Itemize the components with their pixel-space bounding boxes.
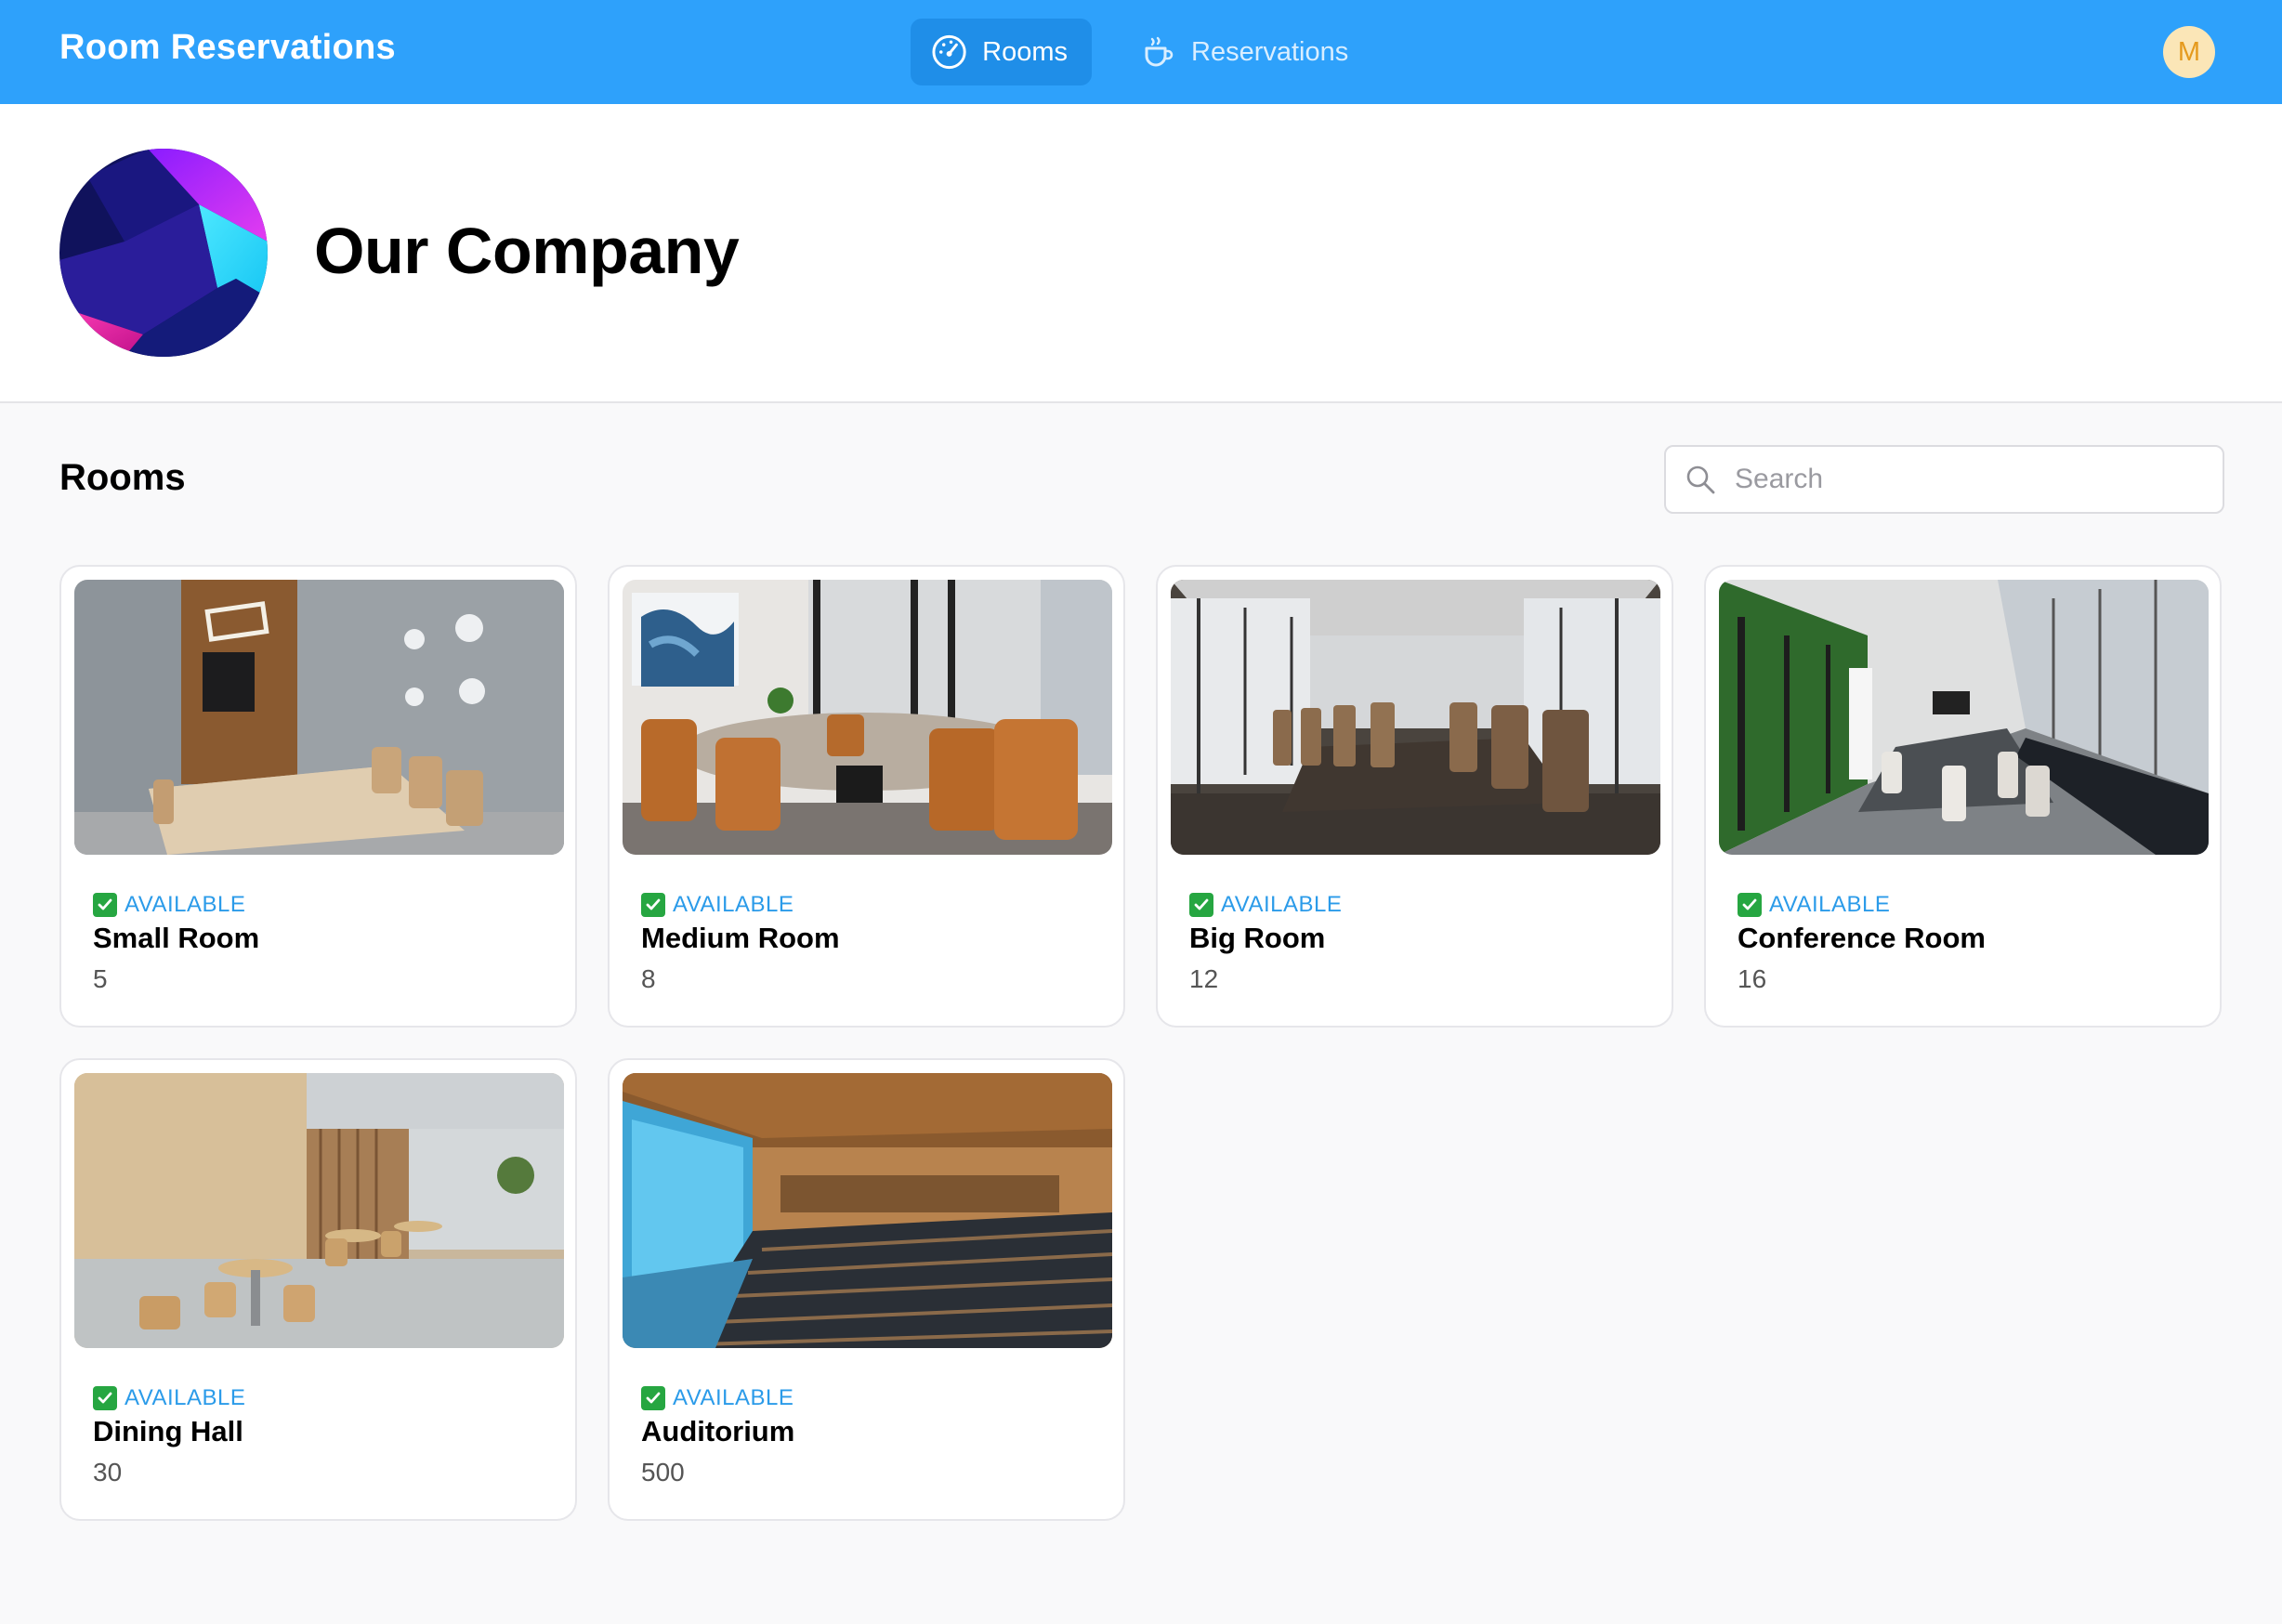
- search-input[interactable]: [1733, 463, 2201, 496]
- tab-rooms-label: Rooms: [982, 36, 1068, 67]
- status-badge: AVAILABLE: [93, 892, 245, 918]
- room-capacity: 8: [641, 964, 656, 993]
- check-icon: [1189, 893, 1213, 917]
- conference-room-photo: [1719, 580, 2209, 855]
- room-capacity: 500: [641, 1458, 685, 1486]
- room-name: Small Room: [93, 922, 260, 954]
- room-card-conference-room[interactable]: AVAILABLE Conference Room 16: [1704, 565, 2222, 1028]
- room-name: Dining Hall: [93, 1415, 243, 1447]
- search-box[interactable]: [1664, 445, 2224, 514]
- room-capacity: 30: [93, 1458, 123, 1486]
- check-icon: [93, 893, 117, 917]
- search-icon: [1686, 465, 1715, 494]
- status-label: AVAILABLE: [673, 892, 794, 917]
- tab-rooms[interactable]: Rooms: [911, 19, 1092, 85]
- room-card-small-room[interactable]: AVAILABLE Small Room 5: [59, 565, 577, 1028]
- coffee-cup-icon: [1145, 36, 1174, 67]
- auditorium-photo: [623, 1073, 1112, 1348]
- tab-reservations[interactable]: Reservations: [1119, 19, 1379, 85]
- tab-reservations-label: Reservations: [1191, 36, 1349, 67]
- check-icon: [1738, 893, 1762, 917]
- status-badge: AVAILABLE: [641, 892, 793, 918]
- status-label: AVAILABLE: [1221, 892, 1343, 917]
- room-name: Auditorium: [641, 1415, 795, 1447]
- status-label: AVAILABLE: [673, 1385, 794, 1410]
- check-icon: [641, 893, 665, 917]
- rooms-section-title: Rooms: [59, 457, 186, 498]
- room-capacity: 16: [1738, 964, 1767, 993]
- status-badge: AVAILABLE: [1189, 892, 1342, 918]
- app-title[interactable]: Room Reservations: [59, 28, 396, 68]
- status-badge: AVAILABLE: [93, 1385, 245, 1411]
- dining-hall-photo: [74, 1073, 564, 1348]
- room-card-dining-hall[interactable]: AVAILABLE Dining Hall 30: [59, 1058, 577, 1521]
- status-badge: AVAILABLE: [641, 1385, 793, 1411]
- company-logo: [59, 149, 268, 357]
- check-icon: [641, 1386, 665, 1410]
- status-label: AVAILABLE: [1769, 892, 1891, 917]
- room-name: Conference Room: [1738, 922, 1986, 954]
- room-card-big-room[interactable]: AVAILABLE Big Room 12: [1156, 565, 1673, 1028]
- big-room-photo: [1171, 580, 1660, 855]
- room-card-medium-room[interactable]: AVAILABLE Medium Room 8: [608, 565, 1125, 1028]
- room-card-auditorium[interactable]: AVAILABLE Auditorium 500: [608, 1058, 1125, 1521]
- room-name: Big Room: [1189, 922, 1326, 954]
- status-label: AVAILABLE: [125, 1385, 246, 1410]
- room-capacity: 12: [1189, 964, 1219, 993]
- medium-room-photo: [623, 580, 1112, 855]
- gauge-icon: [932, 34, 966, 70]
- company-header: Our Company: [0, 104, 2282, 403]
- status-badge: AVAILABLE: [1738, 892, 1890, 918]
- room-capacity: 5: [93, 964, 108, 993]
- top-navigation-bar: Room Reservations Rooms Reservations M: [0, 0, 2282, 104]
- status-label: AVAILABLE: [125, 892, 246, 917]
- check-icon: [93, 1386, 117, 1410]
- user-avatar[interactable]: M: [2163, 26, 2215, 78]
- company-name: Our Company: [314, 215, 740, 287]
- room-name: Medium Room: [641, 922, 840, 954]
- small-room-photo: [74, 580, 564, 855]
